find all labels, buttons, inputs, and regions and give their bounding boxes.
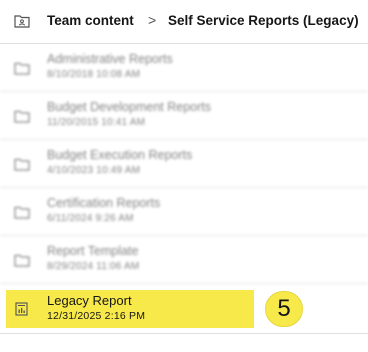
folder-icon [14, 62, 30, 75]
step-number-badge: 5 [265, 291, 303, 327]
breadcrumb-team-content[interactable]: Team content [47, 13, 134, 28]
list-item-legacy-report[interactable]: Legacy Report 12/31/2025 2:16 PM [0, 284, 368, 334]
list-item[interactable]: Report Template 8/29/2024 11:06 AM [0, 236, 368, 284]
item-date: 6/11/2024 9:26 AM [47, 213, 134, 224]
item-date: 8/29/2024 11:06 AM [47, 261, 140, 272]
item-name: Report Template [47, 244, 139, 258]
item-name: Budget Development Reports [47, 100, 211, 114]
item-date: 12/31/2025 2:16 PM [47, 310, 146, 322]
folder-icon [14, 254, 30, 267]
item-name: Legacy Report [47, 293, 132, 308]
item-name: Budget Execution Reports [47, 148, 193, 162]
team-folder-icon [14, 15, 30, 28]
breadcrumb-current: Self Service Reports (Legacy) [168, 13, 359, 28]
breadcrumb-separator: > [148, 12, 157, 28]
folder-icon [14, 110, 30, 123]
list-item[interactable]: Administrative Reports 8/10/2018 10:08 A… [0, 44, 368, 92]
list-item[interactable]: Certification Reports 6/11/2024 9:26 AM [0, 188, 368, 236]
item-name: Certification Reports [47, 196, 161, 210]
item-name: Administrative Reports [47, 52, 173, 66]
list-item[interactable]: Budget Development Reports 11/20/2015 10… [0, 92, 368, 140]
folder-icon [14, 206, 30, 219]
list-item[interactable]: Budget Execution Reports 4/10/2023 10:49… [0, 140, 368, 188]
item-date: 11/20/2015 10:41 AM [47, 117, 146, 128]
item-date: 8/10/2018 10:08 AM [47, 69, 141, 80]
report-icon [15, 302, 28, 316]
breadcrumb: Team content > Self Service Reports (Leg… [0, 0, 368, 44]
item-date: 4/10/2023 10:49 AM [47, 165, 141, 176]
folder-icon [14, 158, 30, 171]
